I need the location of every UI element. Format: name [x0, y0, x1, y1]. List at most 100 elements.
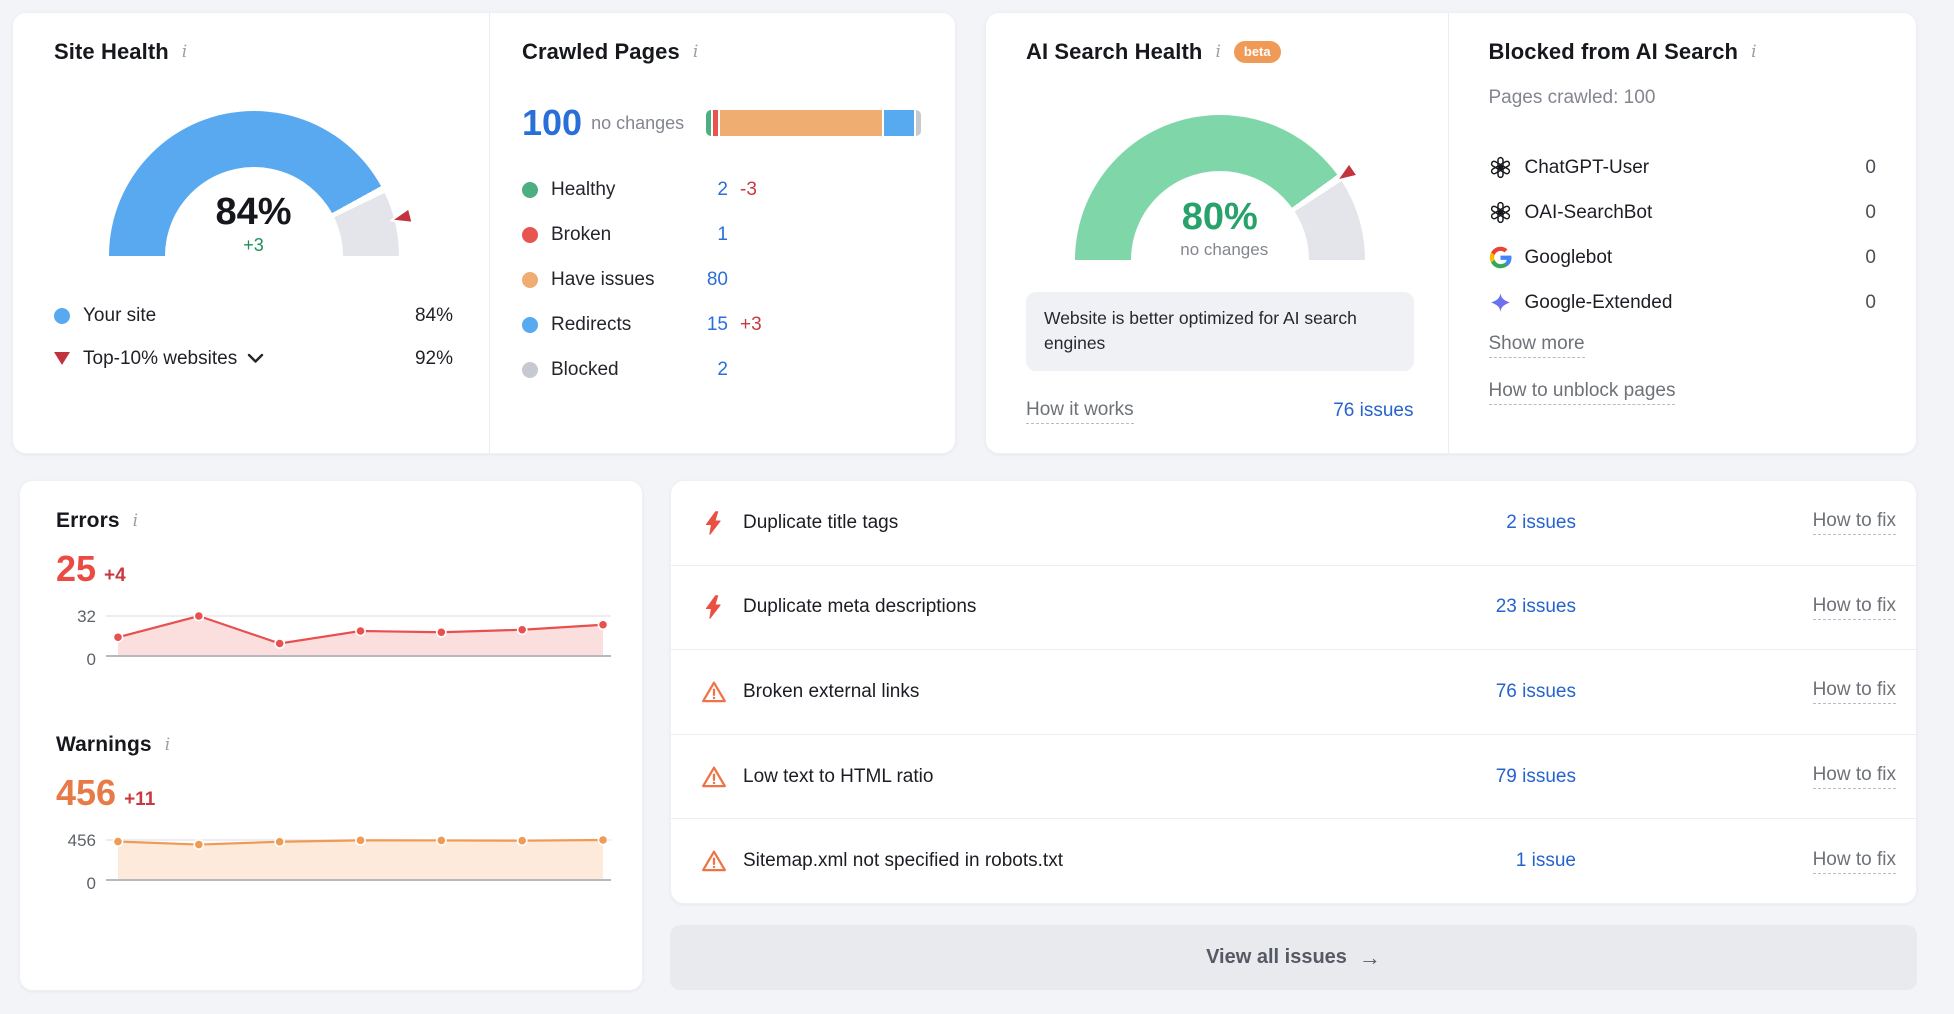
ai-issues-link[interactable]: 76 issues [1333, 400, 1413, 422]
y-axis-max: 32 [56, 608, 96, 625]
openai-icon [1489, 156, 1512, 179]
view-all-issues-label: View all issues [1206, 946, 1347, 969]
legend-dot-icon [522, 182, 538, 198]
crawled-legend-row: Redirects15+3 [522, 302, 784, 347]
legend-value: 84% [415, 305, 453, 327]
issue-row: Duplicate title tags2 issues How to fix [671, 481, 1916, 565]
crawled-legend-row: Have issues 80 [522, 257, 784, 302]
legend-label: Blocked [551, 359, 619, 381]
issue-count-link[interactable]: 79 issues [1386, 766, 1576, 788]
legend-dot-icon [522, 272, 538, 288]
legend-dot-icon [522, 362, 538, 378]
site-health-legend: Your site 84% Top-10% websites 92% [54, 294, 453, 380]
issue-row: Broken external links76 issuesHow to fix [671, 649, 1916, 734]
how-to-fix-link[interactable]: How to fix [1813, 679, 1896, 704]
legend-label: Your site [83, 305, 156, 327]
info-icon[interactable]: i [690, 44, 701, 61]
legend-count-link[interactable]: 15 [682, 314, 728, 336]
bot-blocked-count: 0 [1865, 157, 1876, 179]
how-to-fix-link[interactable]: How to fix [1813, 510, 1896, 535]
bar-segment-redirects [884, 110, 914, 136]
legend-label: Have issues [551, 269, 655, 291]
pages-crawled-label: Pages crawled: 100 [1489, 87, 1877, 109]
legend-label: Healthy [551, 179, 615, 201]
errors-title: Errors [56, 509, 120, 533]
bot-name: OAI-SearchBot [1525, 202, 1653, 224]
blocked-from-ai-section: Blocked from AI Search i Pages crawled: … [1448, 13, 1917, 453]
how-to-fix-link[interactable]: How to fix [1813, 849, 1896, 874]
warnings-title: Warnings [56, 733, 152, 757]
bot-name: Google-Extended [1525, 292, 1673, 314]
how-it-works-link[interactable]: How it works [1026, 399, 1134, 424]
ai-search-health-change: no changes [1084, 240, 1365, 260]
ai-search-health-gauge: 80% no changes [1075, 115, 1365, 260]
y-axis-max: 456 [56, 832, 96, 849]
legend-label: Broken [551, 224, 611, 246]
crawled-pages-total[interactable]: 100 [522, 105, 582, 141]
errors-sparkline: 32 0 [56, 611, 612, 663]
issue-count-link[interactable]: 1 issue [1386, 850, 1576, 872]
issue-count-link[interactable]: 76 issues [1386, 681, 1576, 703]
bot-name: Googlebot [1525, 247, 1613, 269]
chevron-down-icon[interactable] [247, 353, 264, 364]
show-more-link[interactable]: Show more [1489, 333, 1585, 358]
info-icon[interactable]: i [162, 737, 173, 754]
issue-title: Low text to HTML ratio [743, 766, 1386, 788]
crawled-pages-section: Crawled Pages i 100 no changes Healthy2-… [489, 13, 955, 453]
bot-row: OAI-SearchBot 0 [1489, 190, 1877, 235]
warning-icon [701, 679, 727, 705]
issue-row: Low text to HTML ratio79 issues How to fi… [671, 734, 1916, 819]
legend-dot-icon [522, 227, 538, 243]
how-to-fix-link[interactable]: How to fix [1813, 595, 1896, 620]
bot-blocked-count: 0 [1865, 247, 1876, 269]
how-to-fix-link[interactable]: How to fix [1813, 764, 1896, 789]
info-icon[interactable]: i [1748, 44, 1759, 61]
errors-count[interactable]: 25 [56, 551, 96, 587]
bot-blocked-count: 0 [1865, 202, 1876, 224]
how-to-unblock-link[interactable]: How to unblock pages [1489, 380, 1676, 405]
issue-row: Duplicate meta descriptions23 issuesHow … [671, 565, 1916, 650]
legend-count-link[interactable]: 1 [682, 224, 728, 246]
error-icon [701, 594, 727, 620]
legend-top10-websites[interactable]: Top-10% websites 92% [54, 337, 453, 380]
site-health-crawled-card: Site Health i 84% +3 Your site 84% [12, 12, 956, 454]
errors-warnings-card: Errors i 25 +4 32 0 Warnings i 456 +11 4… [19, 480, 643, 991]
legend-count-link[interactable]: 2 [682, 359, 728, 381]
errors-trend-chart [106, 611, 611, 663]
fix-cell: How to fix [1576, 679, 1896, 704]
site-health-change: +3 [109, 235, 399, 256]
warnings-trend-chart [106, 835, 611, 887]
issue-title: Duplicate title tags [743, 512, 1386, 534]
bar-segment-healthy [706, 110, 711, 136]
ai-optimization-note: Website is better optimized for AI searc… [1026, 292, 1414, 371]
error-icon [701, 510, 727, 536]
blocked-from-ai-title: Blocked from AI Search [1489, 39, 1739, 65]
crawled-legend-row: Broken 1 [522, 212, 784, 257]
legend-dot-icon [522, 317, 538, 333]
view-all-issues-button[interactable]: View all issues → [670, 925, 1917, 990]
info-icon[interactable]: i [130, 513, 141, 530]
beta-badge: beta [1234, 41, 1281, 63]
info-icon[interactable]: i [179, 44, 190, 61]
warnings-change: +11 [124, 789, 155, 811]
legend-count-link[interactable]: 80 [682, 269, 728, 291]
issue-count-link[interactable]: 2 issues [1386, 512, 1576, 534]
ai-search-health-title: AI Search Health [1026, 39, 1202, 65]
info-icon[interactable]: i [1212, 44, 1223, 61]
legend-label: Redirects [551, 314, 631, 336]
legend-change: -3 [728, 179, 784, 201]
google-extended-icon [1489, 291, 1512, 314]
bot-row: Google-Extended0 [1489, 280, 1877, 325]
google-icon [1489, 246, 1512, 269]
warning-icon [701, 764, 727, 790]
legend-label: Top-10% websites [83, 348, 237, 370]
fix-cell: How to fix [1576, 595, 1896, 620]
issue-count-link[interactable]: 23 issues [1386, 596, 1576, 618]
top-issues-card: Duplicate title tags2 issuesHow to fixDu… [670, 480, 1917, 904]
ai-search-health-section: AI Search Health i beta 80% no changes W… [986, 13, 1448, 453]
legend-count-link[interactable]: 2 [682, 179, 728, 201]
ai-search-health-value: 80% [1075, 198, 1365, 236]
site-health-title: Site Health [54, 39, 169, 65]
openai-icon [1489, 201, 1512, 224]
warnings-count[interactable]: 456 [56, 775, 116, 811]
